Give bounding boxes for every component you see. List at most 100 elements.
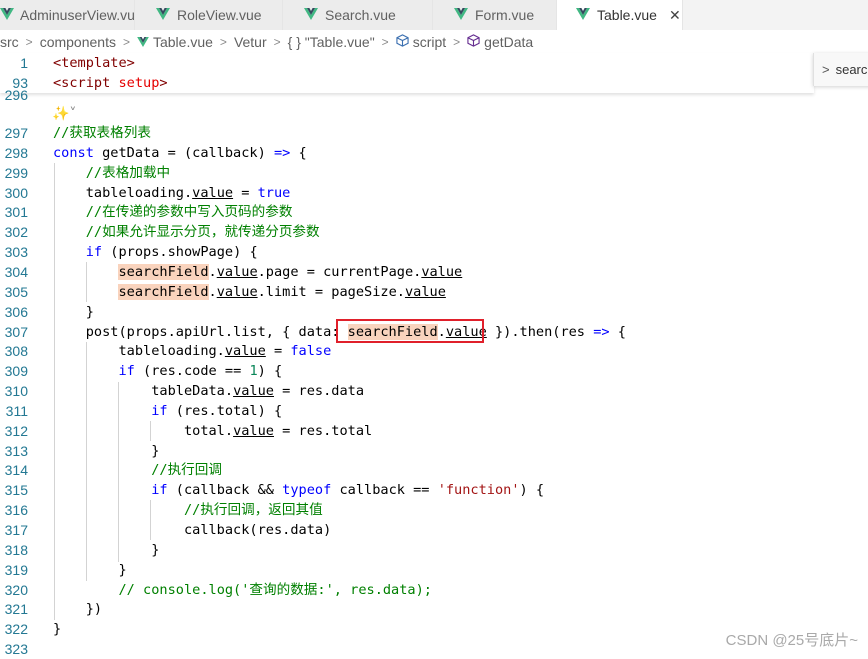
code-text[interactable]: if (res.total) { — [53, 401, 282, 421]
code-text[interactable]: } — [53, 540, 159, 560]
line-number: 311 — [5, 402, 28, 419]
line-number: 313 — [4, 442, 28, 459]
code-line[interactable]: 312 total.value = res.total — [0, 421, 868, 441]
chevron-right-icon: > — [25, 35, 33, 49]
chevron-right-icon[interactable]: > — [822, 62, 830, 77]
vue-file-icon — [575, 7, 591, 23]
code-text[interactable]: tableloading.value = false — [53, 341, 331, 361]
code-line[interactable]: 304 searchField.value.page = currentPage… — [0, 262, 868, 282]
tab-table-active[interactable]: Table.vue ✕ — [557, 0, 683, 30]
code-text[interactable]: //获取表格列表 — [53, 123, 151, 143]
code-line[interactable]: 318 } — [0, 540, 868, 560]
line-number: 314 — [4, 462, 28, 479]
tab-search[interactable]: Search.vue — [283, 0, 433, 30]
line-number: 319 — [4, 561, 28, 578]
code-line[interactable]: 93 <script setup> — [0, 73, 868, 93]
code-text[interactable]: if (res.code == 1) { — [53, 361, 282, 381]
line-number: 298 — [4, 144, 28, 161]
chevron-right-icon: > — [453, 35, 461, 49]
breadcrumb-item-file[interactable]: Table.vue — [153, 34, 213, 50]
code-text[interactable]: if (callback && typeof callback == 'func… — [53, 480, 544, 500]
code-text[interactable]: //在传递的参数中写入页码的参数 — [53, 202, 293, 222]
line-number: 323 — [4, 641, 28, 658]
line-number: 302 — [4, 224, 28, 241]
tab-adminuserview[interactable]: AdminuserView.vue — [0, 0, 135, 30]
vue-file-icon — [453, 7, 469, 23]
code-line[interactable]: 315 if (callback && typeof callback == '… — [0, 480, 868, 500]
code-text[interactable]: const getData = (callback) => { — [53, 143, 307, 163]
code-line[interactable]: 1 <template> — [0, 53, 868, 73]
chevron-right-icon: > — [381, 35, 389, 49]
code-text[interactable]: <template> — [53, 53, 135, 73]
code-text[interactable]: // console.log('查询的数据:', res.data); — [53, 580, 432, 600]
code-text[interactable]: total.value = res.total — [53, 421, 372, 441]
line-number: 309 — [4, 363, 28, 380]
code-text[interactable]: tableloading.value = true — [53, 183, 291, 203]
code-text[interactable]: } — [53, 619, 61, 639]
line-number: 296 — [4, 89, 28, 101]
breadcrumb-item-script[interactable]: script — [413, 34, 446, 50]
code-line[interactable]: 319 } — [0, 560, 868, 580]
breadcrumb-item-getdata[interactable]: getData — [484, 34, 533, 50]
code-text[interactable]: searchField.value.limit = pageSize.value — [53, 282, 446, 302]
code-line[interactable]: 321 }) — [0, 599, 868, 619]
code-line[interactable]: 309 if (res.code == 1) { — [0, 361, 868, 381]
code-text[interactable]: }) — [53, 599, 102, 619]
code-text[interactable]: //执行回调 — [53, 460, 222, 480]
code-line[interactable]: 310 tableData.value = res.data — [0, 381, 868, 401]
breadcrumb-item-src[interactable]: src — [0, 34, 19, 50]
code-text[interactable]: <script setup> — [53, 73, 168, 93]
code-text[interactable]: tableData.value = res.data — [53, 381, 364, 401]
find-widget[interactable]: > searc — [813, 53, 868, 86]
code-line[interactable]: 311 if (res.total) { — [0, 401, 868, 421]
vue-file-icon — [0, 7, 14, 23]
code-line[interactable]: 302 //如果允许显示分页，就传递分页参数 — [0, 222, 868, 242]
code-line[interactable]: 313 } — [0, 441, 868, 461]
highlight-box — [336, 319, 484, 343]
find-input[interactable]: searc — [836, 62, 868, 77]
breadcrumb-item-components[interactable]: components — [40, 34, 116, 50]
code-line[interactable]: 299 //表格加载中 — [0, 163, 868, 183]
tab-label: Search.vue — [325, 7, 396, 23]
method-icon — [467, 34, 480, 50]
code-line[interactable]: 300 tableloading.value = true — [0, 183, 868, 203]
breadcrumb-item-vetur[interactable]: Vetur — [234, 34, 267, 50]
code-text[interactable]: //表格加载中 — [53, 163, 170, 183]
line-number: 322 — [4, 621, 28, 638]
tab-label: Form.vue — [475, 7, 535, 23]
line-number: 303 — [4, 244, 28, 261]
line-number: 300 — [4, 184, 28, 201]
line-number: 307 — [4, 323, 28, 340]
breadcrumb: src > components > Table.vue > Vetur > {… — [0, 31, 868, 53]
watermark: CSDN @25号底片~ — [725, 632, 858, 649]
code-text[interactable]: //执行回调，返回其值 — [53, 500, 323, 520]
code-line[interactable]: 308 tableloading.value = false — [0, 341, 868, 361]
vue-file-icon — [303, 7, 319, 23]
vue-file-icon — [155, 7, 171, 23]
tab-label: RoleView.vue — [177, 7, 262, 23]
line-number: 305 — [4, 283, 28, 300]
code-line[interactable]: 297 //获取表格列表 — [0, 123, 868, 143]
close-icon[interactable]: ✕ — [669, 7, 681, 24]
code-text[interactable]: } — [53, 560, 126, 580]
code-line[interactable]: 317 callback(res.data) — [0, 520, 868, 540]
chevron-right-icon: > — [122, 35, 130, 49]
code-line[interactable]: 316 //执行回调，返回其值 — [0, 500, 868, 520]
code-text[interactable]: //如果允许显示分页，就传递分页参数 — [53, 222, 320, 242]
code-line[interactable]: 314 //执行回调 — [0, 460, 868, 480]
code-line[interactable]: 320 // console.log('查询的数据:', res.data); — [0, 580, 868, 600]
code-text[interactable]: if (props.showPage) { — [53, 242, 258, 262]
code-text[interactable]: searchField.value.page = currentPage.val… — [53, 262, 462, 282]
code-text[interactable]: callback(res.data) — [53, 520, 331, 540]
code-text[interactable]: } — [53, 302, 94, 322]
code-line[interactable]: 301 //在传递的参数中写入页码的参数 — [0, 202, 868, 222]
lightbulb-icon[interactable]: ✨˅ — [52, 106, 76, 122]
line-number: 1 — [20, 55, 28, 71]
code-line[interactable]: 298 const getData = (callback) => { — [0, 143, 868, 163]
breadcrumb-item-module[interactable]: { } "Table.vue" — [288, 34, 375, 50]
tab-form[interactable]: Form.vue — [433, 0, 557, 30]
code-line[interactable]: 303 if (props.showPage) { — [0, 242, 868, 262]
code-text[interactable]: } — [53, 441, 159, 461]
code-line[interactable]: 305 searchField.value.limit = pageSize.v… — [0, 282, 868, 302]
tab-roleview[interactable]: RoleView.vue — [135, 0, 283, 30]
